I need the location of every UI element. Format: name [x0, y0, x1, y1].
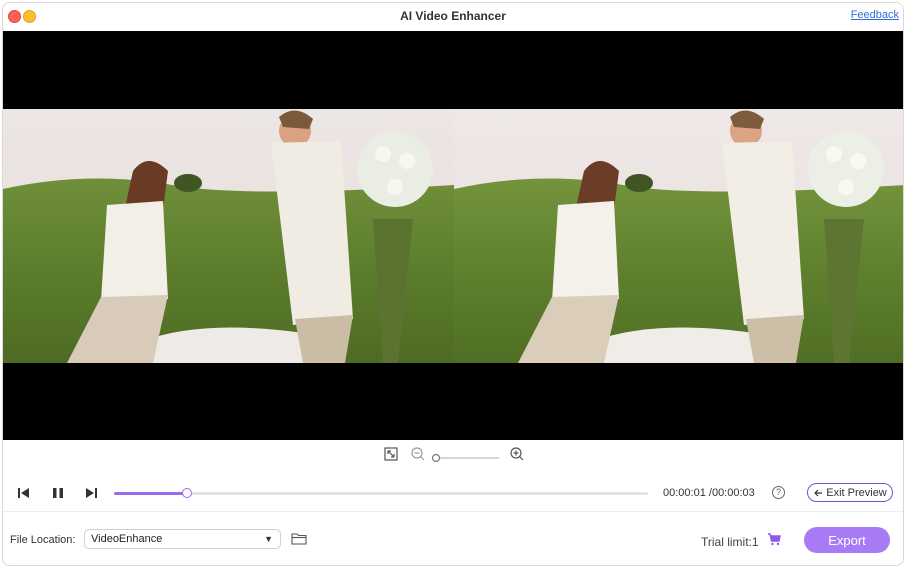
enhanced-video-frame: [454, 109, 903, 363]
previous-frame-button[interactable]: [17, 486, 31, 505]
zoom-in-icon[interactable]: [509, 446, 525, 467]
zoom-toolbar: [3, 446, 903, 468]
help-icon[interactable]: ?: [772, 486, 785, 499]
folder-icon[interactable]: [291, 532, 307, 550]
trial-limit-label: Trial limit:1: [701, 535, 759, 549]
divider: [3, 511, 903, 512]
total-time: /00:00:03: [708, 487, 755, 499]
cart-icon[interactable]: [767, 533, 781, 551]
next-frame-button[interactable]: [84, 486, 98, 505]
pause-button[interactable]: [51, 486, 65, 505]
current-time: 00:00:01: [663, 487, 706, 499]
video-frame-image: [454, 109, 903, 363]
app-window: AI Video Enhancer Feedback 00:00:01 /00:…: [2, 2, 904, 566]
original-video-frame: [3, 109, 454, 363]
exit-preview-label: Exit Preview: [826, 486, 887, 499]
zoom-slider[interactable]: [431, 450, 501, 468]
file-location-label: File Location:: [10, 534, 76, 546]
window-title: AI Video Enhancer: [400, 9, 506, 23]
time-readout: 00:00:01 /00:00:03: [663, 487, 755, 499]
file-location-value: VideoEnhance: [91, 533, 163, 545]
playback-controls: 00:00:01 /00:00:03 ? Exit Preview: [3, 479, 903, 507]
video-frame-image: [3, 109, 454, 363]
arrow-left-icon: [814, 489, 823, 496]
fit-screen-icon[interactable]: [383, 446, 399, 467]
zoom-out-icon[interactable]: [410, 446, 426, 467]
feedback-link[interactable]: Feedback: [851, 9, 899, 21]
exit-preview-button[interactable]: Exit Preview: [807, 483, 893, 502]
title-bar: AI Video Enhancer Feedback: [3, 3, 903, 31]
file-location-select[interactable]: VideoEnhance ▼: [84, 529, 281, 549]
footer-bar: File Location: VideoEnhance ▼ Trial limi…: [3, 523, 903, 557]
progress-thumb[interactable]: [182, 488, 193, 498]
progress-track[interactable]: [114, 488, 648, 498]
chevron-down-icon: ▼: [264, 534, 273, 544]
export-button[interactable]: Export: [804, 527, 890, 553]
video-preview-area: [3, 31, 903, 440]
progress-fill: [114, 492, 188, 495]
